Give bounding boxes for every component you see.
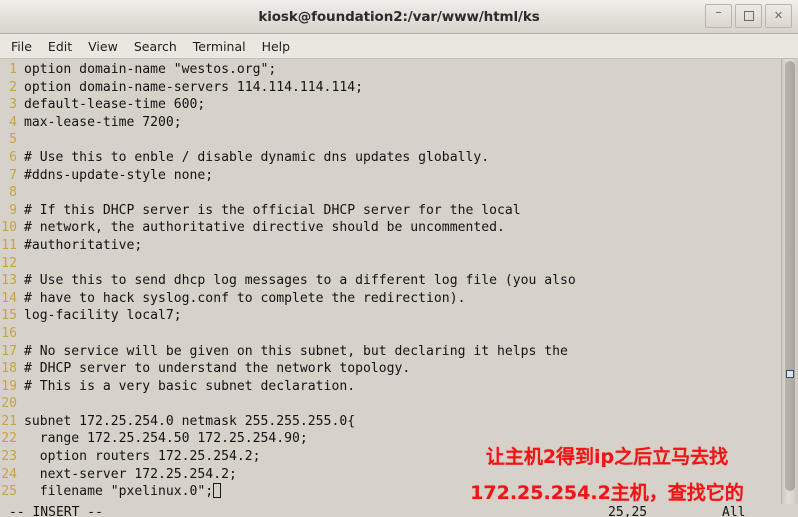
code-line: 20 <box>0 395 780 413</box>
line-text: #ddns-update-style none; <box>24 167 214 183</box>
vim-buffer[interactable]: 1 option domain-name "westos.org"; 2 option… <box>0 61 780 517</box>
menu-item-help[interactable]: Help <box>255 37 298 56</box>
text-cursor <box>213 483 222 499</box>
line-number: 12 <box>1 255 17 271</box>
line-text: next-server 172.25.254.2; <box>24 466 237 482</box>
scrollbar-thumb[interactable] <box>785 61 795 491</box>
code-line: 21 subnet 172.25.254.0 netmask 255.255.25… <box>0 413 780 431</box>
code-line: 18 # DHCP server to understand the networ… <box>0 360 780 378</box>
window-controls: – ✕ <box>705 4 792 28</box>
line-number: 16 <box>1 325 17 341</box>
line-number: 24 <box>1 466 17 482</box>
menu-item-terminal[interactable]: Terminal <box>186 37 253 56</box>
status-mode-indicator: -- INSERT -- <box>9 505 103 517</box>
line-text: # network, the authoritative directive s… <box>24 220 505 236</box>
code-line: 2 option domain-name-servers 114.114.114.… <box>0 79 780 97</box>
line-number: 11 <box>1 237 17 253</box>
menu-item-edit[interactable]: Edit <box>41 37 79 56</box>
line-number: 2 <box>9 79 17 95</box>
code-line: 19 # This is a very basic subnet declarat… <box>0 378 780 396</box>
code-line: 15 log-facility local7; <box>0 307 780 325</box>
line-number: 4 <box>9 114 17 130</box>
minimize-button[interactable]: – <box>705 4 732 28</box>
line-number: 5 <box>9 132 17 148</box>
code-line: 5 <box>0 131 780 149</box>
code-line: 14 # have to hack syslog.conf to complete… <box>0 290 780 308</box>
scrollbar-position-marker <box>786 370 794 378</box>
line-number: 19 <box>1 378 17 394</box>
line-text: range 172.25.254.50 172.25.254.90; <box>24 431 308 447</box>
line-number: 13 <box>1 273 17 289</box>
line-number: 10 <box>1 220 17 236</box>
code-line: 16 <box>0 325 780 343</box>
line-text: option routers 172.25.254.2; <box>24 449 261 465</box>
line-number: 21 <box>1 413 17 429</box>
code-line: 1 option domain-name "westos.org"; <box>0 61 780 79</box>
line-number: 3 <box>9 97 17 113</box>
close-icon: ✕ <box>773 8 784 22</box>
line-number: 25 <box>1 484 17 500</box>
line-text: filename "pxelinux.0"; <box>24 483 780 501</box>
line-number: 15 <box>1 308 17 324</box>
menu-item-view[interactable]: View <box>81 37 125 56</box>
line-text: # This is a very basic subnet declaratio… <box>24 378 356 394</box>
line-number: 7 <box>9 167 17 183</box>
line-text: # Use this to send dhcp log messages to … <box>24 273 576 289</box>
minimize-icon: – <box>715 4 722 20</box>
line-text: # DHCP server to understand the network … <box>24 361 411 377</box>
line-text: # have to hack syslog.conf to complete t… <box>24 290 466 306</box>
code-line: 4 max-lease-time 7200; <box>0 114 780 132</box>
menu-bar: File Edit View Search Terminal Help <box>0 34 798 59</box>
line-number: 18 <box>1 361 17 377</box>
code-line: 9 # If this DHCP server is the official D… <box>0 202 780 220</box>
line-number: 1 <box>9 62 17 77</box>
code-line: 8 <box>0 184 780 202</box>
status-scroll-percent: All <box>722 505 746 517</box>
code-line: 23 option routers 172.25.254.2; <box>0 448 780 466</box>
line-number: 23 <box>1 449 17 465</box>
code-line: 17 # No service will be given on this sub… <box>0 343 780 361</box>
code-line: 13 # Use this to send dhcp log messages t… <box>0 272 780 290</box>
line-text: #authoritative; <box>24 237 143 253</box>
line-text: option domain-name "westos.org"; <box>24 62 277 77</box>
line-number: 9 <box>9 202 17 218</box>
code-line: 7 #ddns-update-style none; <box>0 167 780 185</box>
line-number: 17 <box>1 343 17 359</box>
line-number: 22 <box>1 431 17 447</box>
line-number: 20 <box>1 396 17 412</box>
line-text: max-lease-time 7200; <box>24 114 182 130</box>
maximize-button[interactable] <box>735 4 762 28</box>
code-line: 11 #authoritative; <box>0 237 780 255</box>
line-text: default-lease-time 600; <box>24 97 206 113</box>
line-text: # Use this to enble / disable dynamic dn… <box>24 149 490 165</box>
window-title: kiosk@foundation2:/var/www/html/ks <box>258 8 540 25</box>
line-number: 8 <box>9 185 17 201</box>
code-line: 25 filename "pxelinux.0"; <box>0 483 780 501</box>
line-text: log-facility local7; <box>24 308 182 324</box>
vertical-scrollbar[interactable] <box>781 59 798 517</box>
menu-item-file[interactable]: File <box>4 37 39 56</box>
line-text: # If this DHCP server is the official DH… <box>24 202 521 218</box>
code-line: 6 # Use this to enble / disable dynamic d… <box>0 149 780 167</box>
line-text: option domain-name-servers 114.114.114.1… <box>24 79 363 95</box>
code-line: 3 default-lease-time 600; <box>0 96 780 114</box>
terminal-window: kiosk@foundation2:/var/www/html/ks – ✕ F… <box>0 0 798 517</box>
code-line: 22 range 172.25.254.50 172.25.254.90; <box>0 430 780 448</box>
line-number: 14 <box>1 290 17 306</box>
code-line: 12 <box>0 255 780 273</box>
close-button[interactable]: ✕ <box>765 4 792 28</box>
terminal-body[interactable]: 1 option domain-name "westos.org"; 2 option… <box>0 59 798 517</box>
vim-status-line: -- INSERT -- 25,25 All <box>0 504 798 517</box>
window-titlebar: kiosk@foundation2:/var/www/html/ks – ✕ <box>0 0 798 34</box>
maximize-icon <box>743 11 754 21</box>
line-number: 6 <box>9 149 17 165</box>
status-cursor-position: 25,25 <box>608 505 648 517</box>
line-text: subnet 172.25.254.0 netmask 255.255.255.… <box>24 413 356 429</box>
menu-item-search[interactable]: Search <box>127 37 184 56</box>
code-line: 24 next-server 172.25.254.2; <box>0 466 780 484</box>
line-text: # No service will be given on this subne… <box>24 343 568 359</box>
code-line: 10 # network, the authoritative directive… <box>0 219 780 237</box>
